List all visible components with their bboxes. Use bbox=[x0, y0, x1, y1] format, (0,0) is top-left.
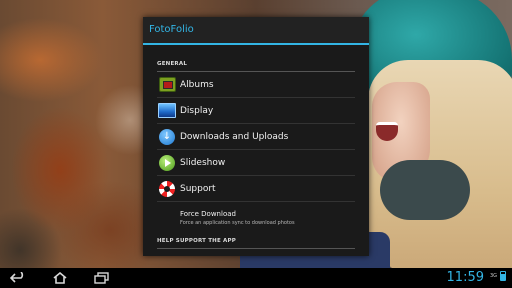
home-icon bbox=[53, 272, 67, 284]
settings-item-label: Support bbox=[180, 183, 216, 194]
back-icon bbox=[10, 272, 24, 283]
settings-item-downloads-uploads[interactable]: ↓ Downloads and Uploads bbox=[157, 124, 355, 150]
recent-apps-button[interactable] bbox=[88, 268, 116, 288]
lifebuoy-icon bbox=[158, 180, 176, 198]
settings-item-label: Albums bbox=[180, 79, 214, 90]
settings-item-force-download[interactable]: Force Download Force an application sync… bbox=[157, 202, 355, 234]
status-icons[interactable]: 3G bbox=[490, 271, 506, 281]
display-icon bbox=[158, 102, 176, 120]
clock[interactable]: 11:59 bbox=[447, 269, 484, 287]
albums-icon bbox=[158, 76, 176, 94]
settings-item-label: Slideshow bbox=[180, 157, 226, 168]
back-button[interactable] bbox=[4, 268, 32, 288]
force-download-subtitle: Force an application sync to download ph… bbox=[180, 220, 295, 226]
section-header-general: GENERAL bbox=[157, 45, 355, 72]
download-icon: ↓ bbox=[158, 128, 176, 146]
settings-item-label: Display bbox=[180, 105, 214, 116]
settings-item-support[interactable]: Support bbox=[157, 176, 355, 202]
settings-dialog: FotoFolio GENERAL Albums Display ↓ Downl… bbox=[143, 17, 369, 256]
settings-item-display[interactable]: Display bbox=[157, 98, 355, 124]
settings-item-label: Downloads and Uploads bbox=[180, 131, 289, 142]
navigation-bar: 11:59 3G bbox=[0, 268, 512, 288]
settings-item-slideshow[interactable]: Slideshow bbox=[157, 150, 355, 176]
section-header-help: HELP SUPPORT THE APP bbox=[157, 234, 355, 249]
home-button[interactable] bbox=[46, 268, 74, 288]
signal-indicator: 3G bbox=[489, 273, 497, 279]
recent-apps-icon bbox=[94, 272, 109, 284]
dialog-title: FotoFolio bbox=[143, 17, 369, 45]
play-icon bbox=[158, 154, 176, 172]
force-download-title: Force Download bbox=[180, 210, 236, 218]
settings-item-albums[interactable]: Albums bbox=[157, 72, 355, 98]
scarf bbox=[380, 160, 470, 220]
battery-icon bbox=[500, 271, 506, 281]
